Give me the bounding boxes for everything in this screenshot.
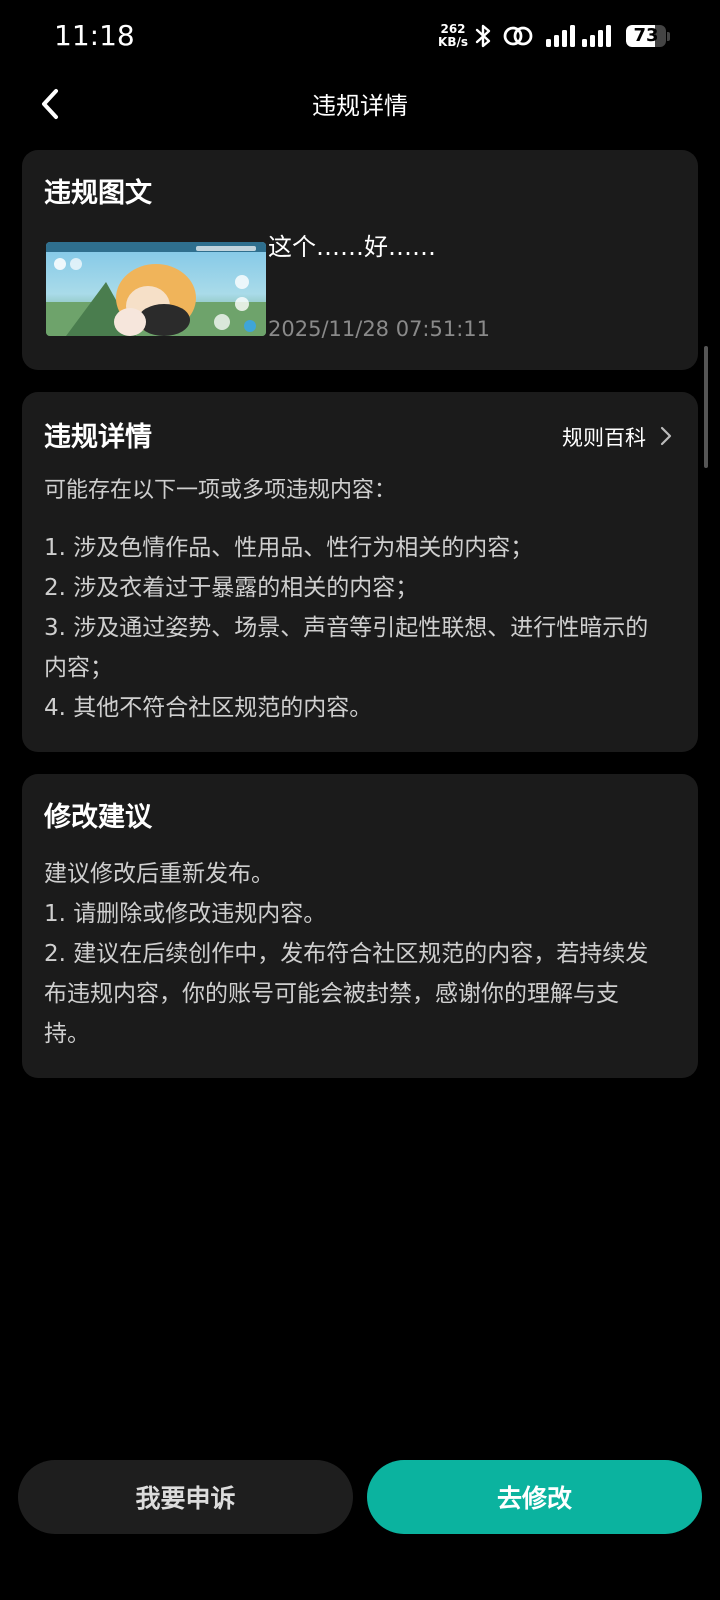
suggestion-line: 建议修改后重新发布。 (44, 861, 274, 887)
signal-icon (546, 24, 578, 48)
network-speed-unit: KB/s (438, 35, 468, 49)
violation-details-title: 违规详情 (44, 422, 152, 453)
appeal-button[interactable]: 我要申诉 (18, 1460, 353, 1534)
battery-cap (667, 31, 670, 41)
violation-list: 1. 涉及色情作品、性用品、性行为相关的内容； 2. 涉及衣着过于暴露的相关的内… (44, 528, 664, 728)
status-icons: 262 KB/s 73 (438, 20, 670, 52)
violation-item: 1. 涉及色情作品、性用品、性行为相关的内容； (44, 535, 534, 561)
scrollbar[interactable] (704, 346, 708, 468)
page-title: 违规详情 (312, 92, 408, 120)
header: 违规详情 (0, 72, 720, 140)
battery-level: 73 (633, 25, 659, 46)
bluetooth-icon (474, 23, 492, 49)
battery-indicator: 73 (626, 24, 670, 48)
post-text: 这个……好…… (268, 233, 436, 261)
rules-encyclopedia-link[interactable]: 规则百科 (562, 422, 672, 454)
violation-details-card: 违规详情 规则百科 可能存在以下一项或多项违规内容： 1. 涉及色情作品、性用品… (22, 392, 698, 752)
link-icon (502, 23, 534, 49)
battery-icon: 73 (626, 25, 667, 47)
suggestion-line: 1. 请删除或修改违规内容。 (44, 901, 327, 927)
violation-post-title: 违规图文 (44, 178, 152, 209)
post-thumbnail[interactable] (46, 242, 266, 336)
details-intro: 可能存在以下一项或多项违规内容： (44, 478, 397, 503)
post-timestamp: 2025/11/28 07:51:11 (268, 317, 491, 341)
violation-item: 2. 涉及衣着过于暴露的相关的内容； (44, 575, 419, 601)
rules-encyclopedia-label: 规则百科 (562, 426, 646, 450)
suggestion-card: 修改建议 建议修改后重新发布。 1. 请删除或修改违规内容。 2. 建议在后续创… (22, 774, 698, 1078)
violation-item: 4. 其他不符合社区规范的内容。 (44, 695, 373, 721)
status-time: 11:18 (54, 19, 135, 52)
violation-post-card: 违规图文 这个……好…… 2025/11/28 07:51:11 (22, 150, 698, 370)
status-bar: 11:18 262 KB/s 73 (0, 0, 720, 72)
network-speed: 262 KB/s (438, 23, 468, 49)
suggestion-body: 建议修改后重新发布。 1. 请删除或修改违规内容。 2. 建议在后续创作中，发布… (44, 854, 664, 1054)
modify-button[interactable]: 去修改 (367, 1460, 702, 1534)
chevron-right-icon (660, 426, 672, 450)
violation-item: 3. 涉及通过姿势、场景、声音等引起性联想、进行性暗示的内容； (44, 615, 649, 681)
suggestion-title: 修改建议 (44, 802, 152, 833)
signal-icon (582, 24, 614, 48)
suggestion-line: 2. 建议在后续创作中，发布符合社区规范的内容，若持续发布违规内容，你的账号可能… (44, 941, 649, 1047)
